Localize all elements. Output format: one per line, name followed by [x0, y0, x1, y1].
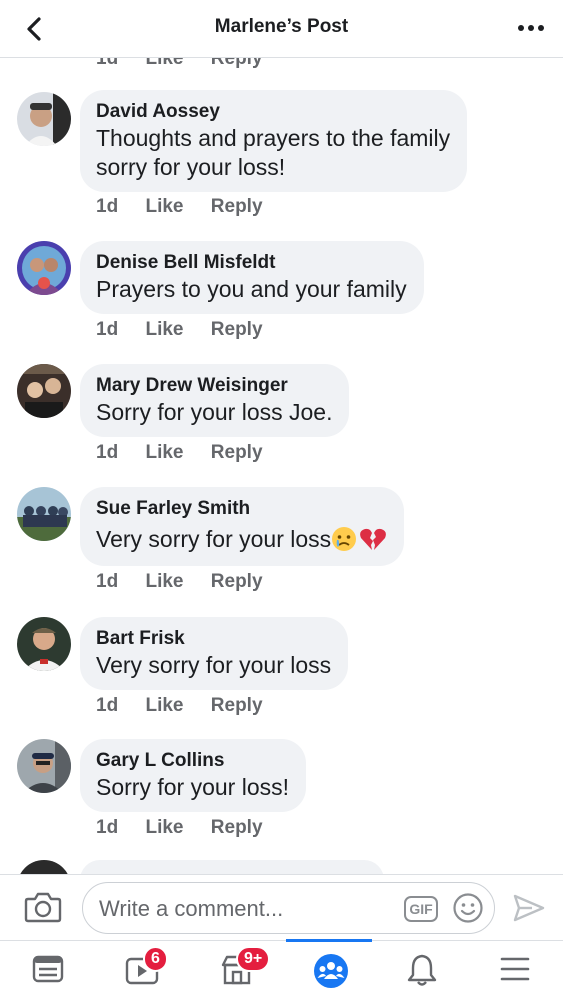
send-icon[interactable] [512, 893, 546, 923]
watch-badge: 6 [143, 946, 168, 972]
comment-time: 1d [96, 571, 119, 592]
comment-actions-partial: 1d Like Reply [96, 58, 285, 70]
avatar[interactable] [17, 241, 71, 295]
comment-actions: 1d Like Reply [96, 817, 285, 839]
comment-time: 1d [96, 695, 119, 716]
comment-time: 1d [96, 196, 119, 217]
comment-author[interactable]: Mary Drew Weisinger [96, 374, 332, 398]
reply-link[interactable]: Reply [211, 58, 263, 69]
tab-news-feed[interactable] [8, 941, 88, 1000]
comment-actions: 1d Like Reply [96, 319, 285, 341]
like-link[interactable]: Like [145, 196, 183, 217]
broken-heart-emoji [360, 528, 387, 550]
comment-input[interactable]: Write a comment... GIF [82, 882, 495, 934]
reply-link[interactable]: Reply [211, 695, 263, 716]
like-link[interactable]: Like [145, 817, 183, 838]
camera-icon[interactable] [24, 890, 62, 924]
notifications-bell-icon [407, 954, 437, 986]
more-horizontal-icon[interactable] [517, 24, 545, 32]
page-title: Marlene’s Post [214, 16, 349, 37]
marketplace-badge: 9+ [236, 946, 271, 972]
comment-text: Prayers to you and your family [96, 276, 407, 302]
bottom-navigation: 6 9+ [0, 939, 563, 1000]
comment-bubble[interactable]: Mary Drew Weisinger Sorry for your loss … [80, 364, 350, 437]
comment-text: Very sorry for your loss [96, 652, 332, 678]
comment-input-placeholder: Write a comment... [99, 896, 284, 921]
comment-text: Sorry for your loss! [96, 774, 289, 800]
like-link[interactable]: Like [145, 442, 183, 463]
tab-marketplace[interactable]: 9+ [196, 941, 276, 1000]
comment-author[interactable]: Sue Farley Smith [96, 497, 387, 521]
groups-icon [314, 954, 348, 988]
comment-author[interactable]: Denise Bell Misfeldt [96, 251, 407, 275]
tab-watch[interactable]: 6 [101, 941, 181, 1000]
comment-actions: 1d Like Reply [96, 695, 285, 717]
comment-text: Thoughts and prayers to the family [96, 125, 451, 151]
smiley-icon[interactable] [452, 892, 484, 924]
crying-face-emoji [332, 527, 357, 551]
comment-bubble[interactable]: Denise Bell Misfeldt Prayers to you and … [80, 241, 424, 314]
comment-text-body: Very sorry for your loss [96, 526, 332, 552]
comment-time: 1d [96, 442, 119, 463]
comment-bubble[interactable]: Sue Farley Smith Very sorry for your los… [80, 487, 405, 566]
tab-groups[interactable] [289, 941, 369, 1000]
comment-time: 1d [96, 58, 119, 69]
comment-actions: 1d Like Reply [96, 196, 285, 218]
comments-list[interactable]: 1d Like Reply David Aossey Thoughts and … [0, 58, 563, 874]
comment-actions: 1d Like Reply [96, 571, 285, 593]
reply-link[interactable]: Reply [211, 571, 263, 592]
avatar[interactable] [17, 860, 71, 874]
avatar[interactable] [17, 487, 71, 541]
menu-icon [500, 957, 530, 981]
comment-bubble[interactable] [80, 860, 384, 874]
reply-link[interactable]: Reply [211, 196, 263, 217]
like-link[interactable]: Like [145, 571, 183, 592]
comment-time: 1d [96, 319, 119, 340]
like-link[interactable]: Like [145, 58, 183, 69]
comment-text: Sorry for your loss Joe. [96, 399, 333, 425]
reply-link[interactable]: Reply [211, 817, 263, 838]
comment-bubble[interactable]: David Aossey Thoughts and prayers to the… [80, 90, 468, 192]
like-link[interactable]: Like [145, 319, 183, 340]
gif-button[interactable]: GIF [404, 896, 438, 922]
avatar[interactable] [17, 739, 71, 793]
comment-bubble[interactable]: Bart Frisk Very sorry for your loss [80, 617, 349, 690]
avatar[interactable] [17, 364, 71, 418]
comment-bubble[interactable]: Gary L Collins Sorry for your loss! [80, 739, 306, 812]
comment-text: Very sorry for your loss [96, 525, 387, 554]
comment-author[interactable]: David Aossey [96, 100, 450, 124]
comment-time: 1d [96, 817, 119, 838]
comment-text: sorry for your loss! [96, 154, 286, 180]
reply-link[interactable]: Reply [211, 319, 263, 340]
comment-author[interactable]: Gary L Collins [96, 749, 289, 773]
tab-menu[interactable] [475, 941, 555, 1000]
reply-link[interactable]: Reply [211, 442, 263, 463]
avatar[interactable] [17, 617, 71, 671]
like-link[interactable]: Like [145, 695, 183, 716]
header-bar: Marlene’s Post [0, 0, 563, 58]
news-feed-icon [32, 955, 64, 983]
avatar[interactable] [17, 92, 71, 146]
tab-notifications[interactable] [382, 941, 462, 1000]
comment-composer: Write a comment... GIF [0, 874, 563, 940]
comment-author[interactable]: Bart Frisk [96, 627, 331, 651]
comment-actions: 1d Like Reply [96, 442, 285, 464]
